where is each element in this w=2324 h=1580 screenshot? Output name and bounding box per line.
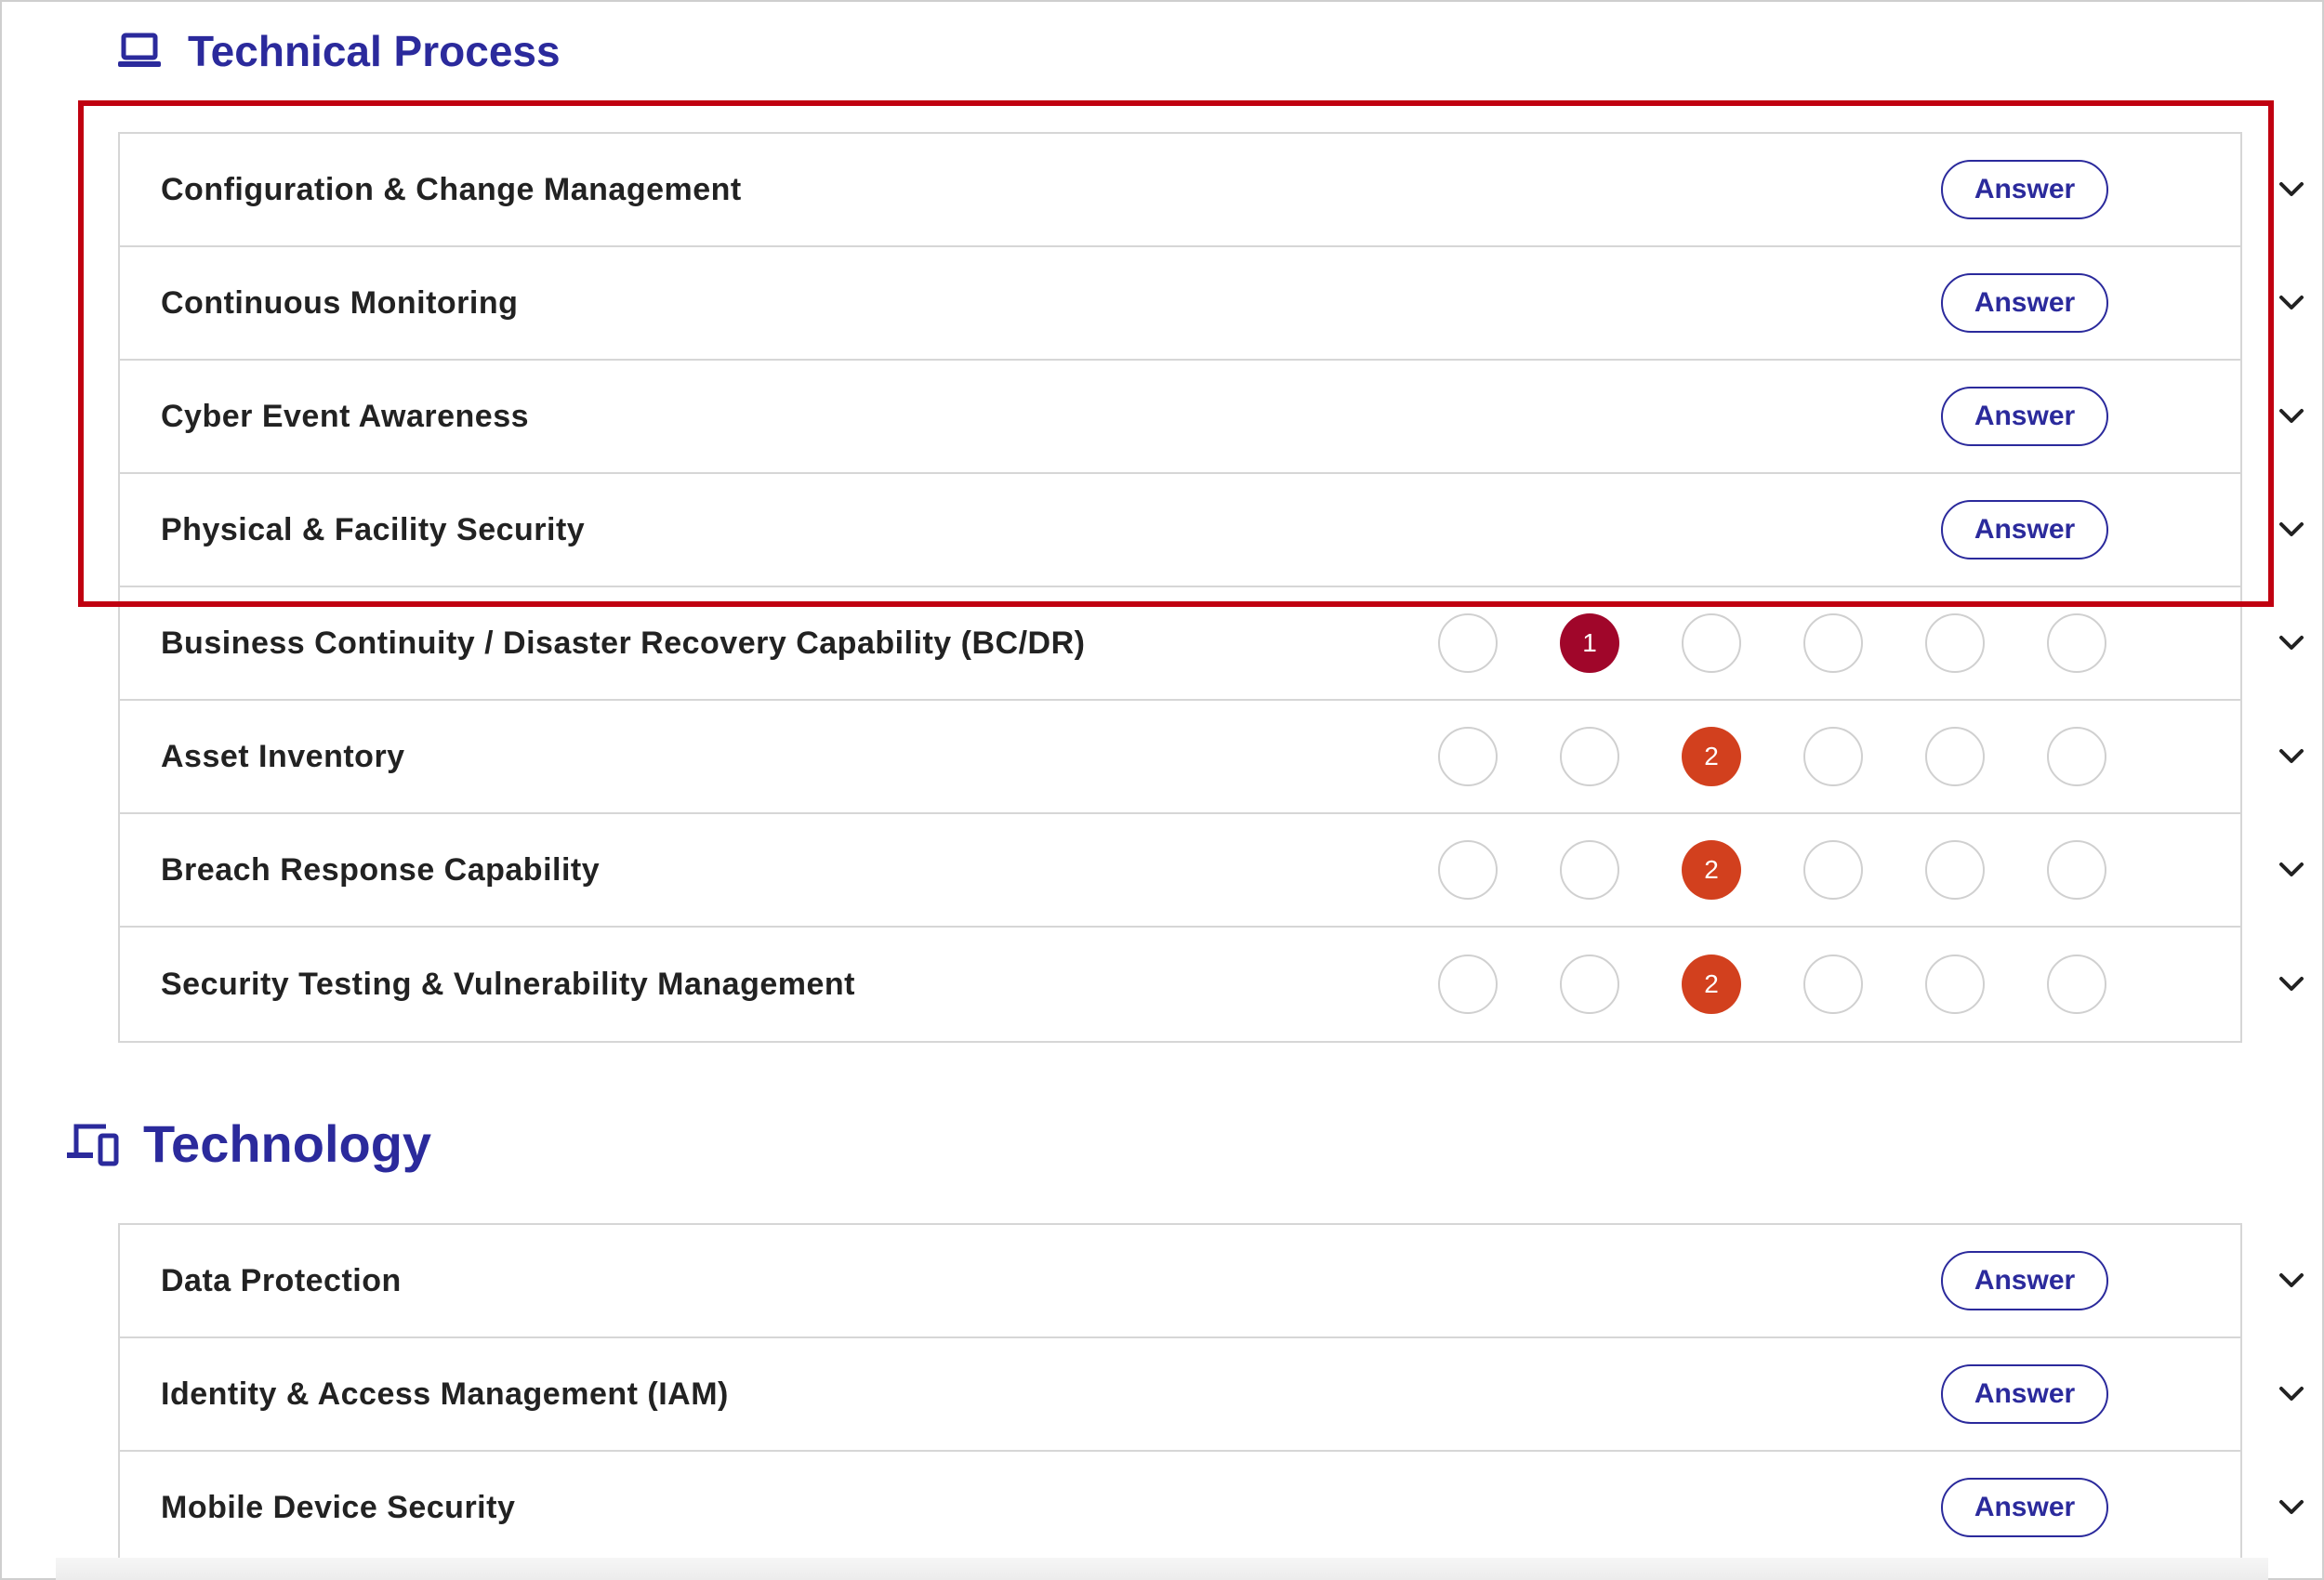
answer-button[interactable]: Answer: [1941, 1364, 2108, 1424]
chevron-down-icon[interactable]: [2275, 968, 2308, 1001]
maturity-scale: 2: [1438, 955, 2106, 1014]
table-row[interactable]: Security Testing & Vulnerability Managem…: [120, 928, 2304, 1041]
row-label: Security Testing & Vulnerability Managem…: [161, 966, 855, 1002]
row-label: Cyber Event Awareness: [161, 398, 530, 434]
score-dot-selected[interactable]: 2: [1682, 727, 1741, 786]
devices-icon: [65, 1121, 119, 1167]
technical-process-heading: Technical Process: [117, 26, 561, 76]
row-label: Continuous Monitoring: [161, 284, 519, 321]
row-label: Configuration & Change Management: [161, 171, 742, 207]
maturity-scale: 1: [1438, 613, 2106, 673]
score-dot[interactable]: [2047, 727, 2106, 786]
answer-button[interactable]: Answer: [1941, 387, 2108, 446]
table-row[interactable]: Mobile Device Security Answer: [120, 1452, 2304, 1565]
score-dot[interactable]: [1560, 840, 1619, 900]
section-title: Technical Process: [188, 27, 561, 75]
table-row[interactable]: Continuous Monitoring Answer: [120, 247, 2304, 361]
table-row[interactable]: Breach Response Capability 2: [120, 814, 2304, 928]
row-label: Asset Inventory: [161, 738, 405, 774]
answer-button[interactable]: Answer: [1941, 160, 2108, 219]
answer-button[interactable]: Answer: [1941, 1478, 2108, 1537]
score-dot[interactable]: [1560, 727, 1619, 786]
score-dot[interactable]: [1803, 613, 1863, 673]
chevron-down-icon[interactable]: [2275, 1377, 2308, 1411]
score-dot[interactable]: [1438, 727, 1498, 786]
score-dot[interactable]: [1438, 840, 1498, 900]
score-dot[interactable]: [1438, 613, 1498, 673]
technical-process-table: Configuration & Change Management Answer…: [118, 132, 2304, 1043]
table-row[interactable]: Business Continuity / Disaster Recovery …: [120, 587, 2304, 701]
answer-button[interactable]: Answer: [1941, 500, 2108, 560]
laptop-icon: [117, 33, 162, 70]
row-label: Business Continuity / Disaster Recovery …: [161, 625, 1086, 661]
section-title: Technology: [143, 1114, 432, 1173]
score-dot[interactable]: [1925, 840, 1985, 900]
score-dot[interactable]: [1438, 955, 1498, 1014]
score-dot-selected[interactable]: 2: [1682, 955, 1741, 1014]
score-dot[interactable]: [1925, 613, 1985, 673]
row-label: Data Protection: [161, 1262, 402, 1298]
chevron-down-icon[interactable]: [2275, 1264, 2308, 1297]
row-label: Identity & Access Management (IAM): [161, 1376, 729, 1412]
maturity-scale: 2: [1438, 840, 2106, 900]
chevron-down-icon[interactable]: [2275, 400, 2308, 433]
score-dot[interactable]: [1925, 955, 1985, 1014]
chevron-down-icon[interactable]: [2275, 626, 2308, 660]
score-dot[interactable]: [1560, 955, 1619, 1014]
table-row[interactable]: Asset Inventory 2: [120, 701, 2304, 814]
row-label: Physical & Facility Security: [161, 511, 586, 547]
chevron-down-icon[interactable]: [2275, 853, 2308, 887]
table-row[interactable]: Cyber Event Awareness Answer: [120, 361, 2304, 474]
score-dot[interactable]: [2047, 613, 2106, 673]
score-dot-selected[interactable]: 1: [1560, 613, 1619, 673]
chevron-down-icon[interactable]: [2275, 286, 2308, 320]
scroll-fade: [56, 1558, 2268, 1580]
table-row[interactable]: Identity & Access Management (IAM) Answe…: [120, 1338, 2304, 1452]
chevron-down-icon[interactable]: [2275, 513, 2308, 546]
technology-heading: Technology: [65, 1113, 431, 1174]
table-row[interactable]: Configuration & Change Management Answer: [120, 134, 2304, 247]
score-dot[interactable]: [2047, 955, 2106, 1014]
score-dot[interactable]: [1925, 727, 1985, 786]
row-label: Breach Response Capability: [161, 851, 601, 888]
answer-button[interactable]: Answer: [1941, 273, 2108, 333]
answer-button[interactable]: Answer: [1941, 1251, 2108, 1310]
score-dot[interactable]: [1803, 840, 1863, 900]
score-dot[interactable]: [1803, 727, 1863, 786]
score-dot[interactable]: [1682, 613, 1741, 673]
score-dot-selected[interactable]: 2: [1682, 840, 1741, 900]
row-label: Mobile Device Security: [161, 1489, 516, 1525]
table-row[interactable]: Physical & Facility Security Answer: [120, 474, 2304, 587]
chevron-down-icon[interactable]: [2275, 740, 2308, 773]
score-dot[interactable]: [1803, 955, 1863, 1014]
technology-table: Data Protection Answer Identity & Access…: [118, 1223, 2304, 1565]
table-row[interactable]: Data Protection Answer: [120, 1225, 2304, 1338]
chevron-down-icon[interactable]: [2275, 173, 2308, 206]
chevron-down-icon[interactable]: [2275, 1491, 2308, 1524]
maturity-scale: 2: [1438, 727, 2106, 786]
score-dot[interactable]: [2047, 840, 2106, 900]
